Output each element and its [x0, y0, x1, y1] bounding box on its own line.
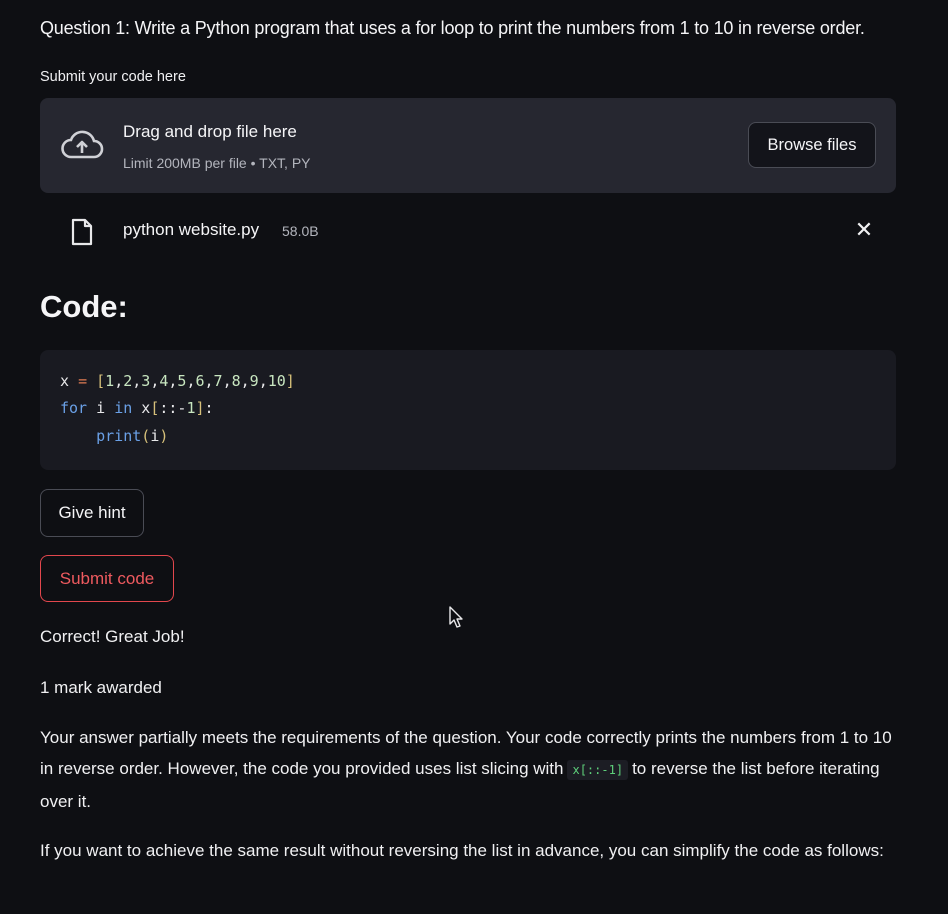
code-line: for i in x[::-1]: — [60, 399, 214, 417]
upload-label: Submit your code here — [40, 69, 186, 85]
browse-files-button[interactable]: Browse files — [748, 122, 876, 168]
mouse-cursor-icon — [449, 606, 463, 628]
result-message: Correct! Great Job! — [40, 627, 185, 646]
file-icon — [71, 218, 93, 246]
code-line: print(i) — [96, 427, 169, 445]
give-hint-button[interactable]: Give hint — [40, 489, 144, 537]
file-name: python website.py — [123, 220, 260, 239]
file-size: 58.0B — [282, 223, 319, 239]
submit-code-button[interactable]: Submit code — [40, 555, 174, 602]
code-heading: Code: — [40, 289, 128, 324]
close-icon[interactable]: ✕ — [852, 217, 876, 242]
code-line: x = [1,2,3,4,5,6,7,8,9,10] — [60, 372, 295, 390]
question-text: Question 1: Write a Python program that … — [40, 18, 865, 38]
marks-message: 1 mark awarded — [40, 678, 162, 697]
cloud-upload-icon — [61, 130, 104, 159]
file-dropzone[interactable]: Drag and drop file here Limit 200MB per … — [40, 98, 896, 193]
inline-code: x[::-1] — [567, 760, 629, 780]
feedback-explanation: Your answer partially meets the requirem… — [40, 722, 900, 817]
dropzone-title: Drag and drop file here — [123, 122, 297, 141]
code-block: x = [1,2,3,4,5,6,7,8,9,10] for i in x[::… — [40, 350, 896, 470]
feedback-suggestion: If you want to achieve the same result w… — [40, 841, 884, 860]
dropzone-limit: Limit 200MB per file • TXT, PY — [123, 155, 311, 171]
uploaded-file-row: python website.py 58.0B ✕ — [40, 210, 896, 254]
